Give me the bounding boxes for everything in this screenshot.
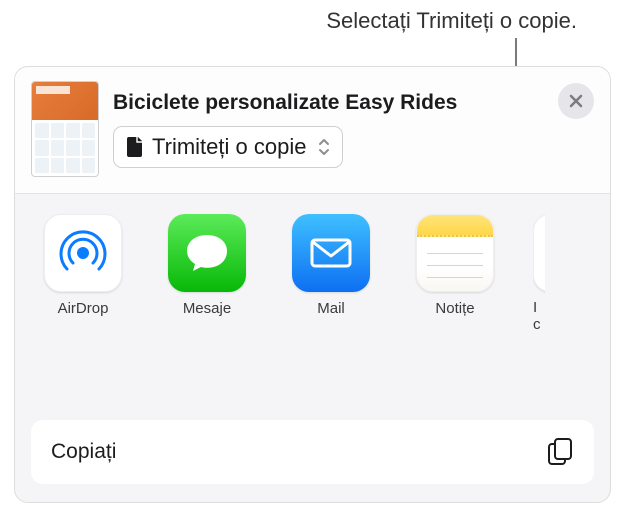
send-copy-label: Trimiteți o copie xyxy=(152,134,306,160)
copy-label: Copiați xyxy=(51,440,116,464)
share-target-notes[interactable]: Notițe xyxy=(409,214,501,333)
document-title: Biciclete personalizate Easy Rides xyxy=(113,90,544,115)
copy-action[interactable]: Copiați xyxy=(31,420,594,484)
partial-app-icon xyxy=(533,214,545,292)
callout-text: Selectați Trimiteți o copie. xyxy=(326,8,577,34)
notes-icon xyxy=(416,214,494,292)
share-target-airdrop[interactable]: AirDrop xyxy=(37,214,129,333)
share-target-mail[interactable]: Mail xyxy=(285,214,377,333)
messages-icon xyxy=(168,214,246,292)
app-label: Mail xyxy=(317,300,345,317)
share-target-messages[interactable]: Mesaje xyxy=(161,214,253,333)
document-thumbnail xyxy=(31,81,99,177)
close-icon xyxy=(569,94,583,108)
chevron-up-down-icon xyxy=(318,138,330,156)
send-copy-selector[interactable]: Trimiteți o copie xyxy=(113,126,343,168)
close-button[interactable] xyxy=(558,83,594,119)
app-label: AirDrop xyxy=(58,300,109,317)
copy-icon xyxy=(546,437,574,467)
app-label: Notițe xyxy=(435,300,474,317)
airdrop-icon xyxy=(44,214,122,292)
share-header: Biciclete personalizate Easy Rides Trimi… xyxy=(15,67,610,194)
app-label: I c xyxy=(533,300,541,333)
share-sheet: Biciclete personalizate Easy Rides Trimi… xyxy=(14,66,611,503)
actions-list: Copiați xyxy=(15,410,610,502)
document-icon xyxy=(126,136,144,158)
app-row: AirDrop Mesaje Mail xyxy=(15,194,610,349)
share-target-partial[interactable]: I c xyxy=(533,214,545,333)
app-label: Mesaje xyxy=(183,300,231,317)
mail-icon xyxy=(292,214,370,292)
